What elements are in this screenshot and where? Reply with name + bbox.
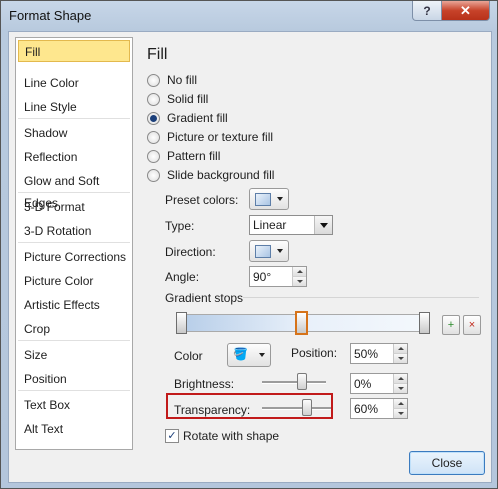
direction-dropdown[interactable] bbox=[249, 240, 289, 262]
nav-item-line-style[interactable]: Line Style bbox=[18, 96, 130, 118]
nav-separator bbox=[18, 118, 130, 119]
gradient-stop-handle[interactable] bbox=[419, 312, 430, 334]
nav-item-reflection[interactable]: Reflection bbox=[18, 146, 130, 168]
preset-colors-dropdown[interactable] bbox=[249, 188, 289, 210]
nav-item-crop[interactable]: Crop bbox=[18, 318, 130, 340]
angle-label: Angle: bbox=[165, 270, 200, 284]
group-divider bbox=[243, 297, 479, 298]
radio-solid-fill[interactable] bbox=[147, 93, 160, 106]
rotate-with-shape-checkbox[interactable]: ✓ bbox=[165, 429, 179, 443]
radio-label-gradient-fill[interactable]: Gradient fill bbox=[167, 111, 228, 125]
brightness-value: 0% bbox=[354, 377, 372, 391]
type-label: Type: bbox=[165, 219, 195, 233]
fill-pane: Fill No fill Solid fill Gradient fill Pi… bbox=[139, 32, 489, 452]
spin-up-icon[interactable] bbox=[393, 374, 407, 383]
nav-item-alt-text[interactable]: Alt Text bbox=[18, 418, 130, 440]
nav-item-fill[interactable]: Fill bbox=[18, 40, 130, 62]
transparency-highlight-box bbox=[166, 393, 333, 419]
spin-up-icon[interactable] bbox=[292, 267, 306, 276]
title-bar: Format Shape ? ✕ bbox=[1, 1, 497, 31]
add-stop-icon[interactable]: + bbox=[442, 315, 460, 335]
nav-item-glow-soft-edges[interactable]: Glow and Soft Edges bbox=[18, 170, 130, 210]
remove-stop-icon[interactable]: × bbox=[463, 315, 481, 335]
help-button[interactable]: ? bbox=[412, 1, 442, 21]
brightness-slider[interactable] bbox=[262, 381, 326, 384]
nav-separator bbox=[18, 390, 130, 391]
radio-label-slide-background-fill[interactable]: Slide background fill bbox=[167, 168, 274, 182]
chevron-down-icon bbox=[277, 197, 283, 201]
angle-value: 90° bbox=[253, 270, 272, 284]
color-picker-button[interactable]: 🪣 bbox=[227, 343, 271, 367]
nav-separator bbox=[18, 242, 130, 243]
position-value: 50% bbox=[354, 347, 379, 361]
radio-gradient-fill[interactable] bbox=[147, 112, 160, 125]
transparency-value: 60% bbox=[354, 402, 379, 416]
spin-up-icon[interactable] bbox=[393, 399, 407, 408]
chevron-down-icon bbox=[259, 353, 265, 357]
paint-bucket-icon: 🪣 bbox=[233, 347, 248, 361]
spin-down-icon[interactable] bbox=[292, 276, 306, 286]
gradient-stops-label: Gradient stops bbox=[165, 291, 244, 305]
chevron-down-icon bbox=[277, 249, 283, 253]
spin-down-icon[interactable] bbox=[393, 383, 407, 393]
color-label: Color bbox=[174, 349, 203, 363]
nav-item-shadow[interactable]: Shadow bbox=[18, 122, 130, 144]
angle-spinner[interactable]: 90° bbox=[249, 266, 307, 287]
category-list: Fill Line Color Line Style Shadow Reflec… bbox=[15, 37, 133, 450]
nav-item-picture-corrections[interactable]: Picture Corrections bbox=[18, 246, 130, 268]
nav-item-position[interactable]: Position bbox=[18, 368, 130, 390]
chevron-down-icon bbox=[314, 216, 332, 234]
spin-down-icon[interactable] bbox=[393, 408, 407, 418]
gradient-swatch-icon bbox=[255, 193, 271, 206]
radio-picture-texture-fill[interactable] bbox=[147, 131, 160, 144]
spin-up-icon[interactable] bbox=[393, 344, 407, 353]
position-spinner[interactable]: 50% bbox=[350, 343, 408, 364]
nav-item-3d-rotation[interactable]: 3-D Rotation bbox=[18, 220, 130, 242]
gradient-stop-handle-selected[interactable] bbox=[295, 311, 308, 335]
radio-pattern-fill[interactable] bbox=[147, 150, 160, 163]
nav-item-picture-color[interactable]: Picture Color bbox=[18, 270, 130, 292]
radio-no-fill[interactable] bbox=[147, 74, 160, 87]
radio-label-picture-texture-fill[interactable]: Picture or texture fill bbox=[167, 130, 273, 144]
close-window-button[interactable]: ✕ bbox=[441, 1, 490, 21]
nav-item-line-color[interactable]: Line Color bbox=[18, 72, 130, 94]
window-title: Format Shape bbox=[9, 8, 92, 23]
type-select[interactable]: Linear bbox=[249, 215, 333, 235]
position-label: Position: bbox=[291, 346, 338, 360]
brightness-slider-thumb[interactable] bbox=[297, 373, 307, 390]
nav-separator bbox=[18, 340, 130, 341]
radio-label-pattern-fill[interactable]: Pattern fill bbox=[167, 149, 220, 163]
radio-label-solid-fill[interactable]: Solid fill bbox=[167, 92, 208, 106]
nav-item-3d-format[interactable]: 3-D Format bbox=[18, 196, 130, 218]
close-button[interactable]: Close bbox=[409, 451, 485, 475]
pane-heading: Fill bbox=[147, 46, 168, 63]
transparency-spinner[interactable]: 60% bbox=[350, 398, 408, 419]
spin-down-icon[interactable] bbox=[393, 353, 407, 363]
preset-colors-label: Preset colors: bbox=[165, 193, 239, 207]
radio-slide-background-fill[interactable] bbox=[147, 169, 160, 182]
nav-item-size[interactable]: Size bbox=[18, 344, 130, 366]
nav-separator bbox=[18, 192, 130, 193]
nav-item-text-box[interactable]: Text Box bbox=[18, 394, 130, 416]
brightness-spinner[interactable]: 0% bbox=[350, 373, 408, 394]
brightness-label: Brightness: bbox=[174, 377, 235, 391]
direction-label: Direction: bbox=[165, 245, 216, 259]
type-value: Linear bbox=[253, 218, 287, 232]
rotate-with-shape-label[interactable]: Rotate with shape bbox=[183, 429, 279, 443]
format-shape-dialog: Format Shape ? ✕ Fill Line Color Line St… bbox=[0, 0, 498, 489]
direction-swatch-icon bbox=[255, 245, 271, 258]
nav-item-artistic-effects[interactable]: Artistic Effects bbox=[18, 294, 130, 316]
radio-label-no-fill[interactable]: No fill bbox=[167, 73, 197, 87]
gradient-stop-handle[interactable] bbox=[176, 312, 187, 334]
